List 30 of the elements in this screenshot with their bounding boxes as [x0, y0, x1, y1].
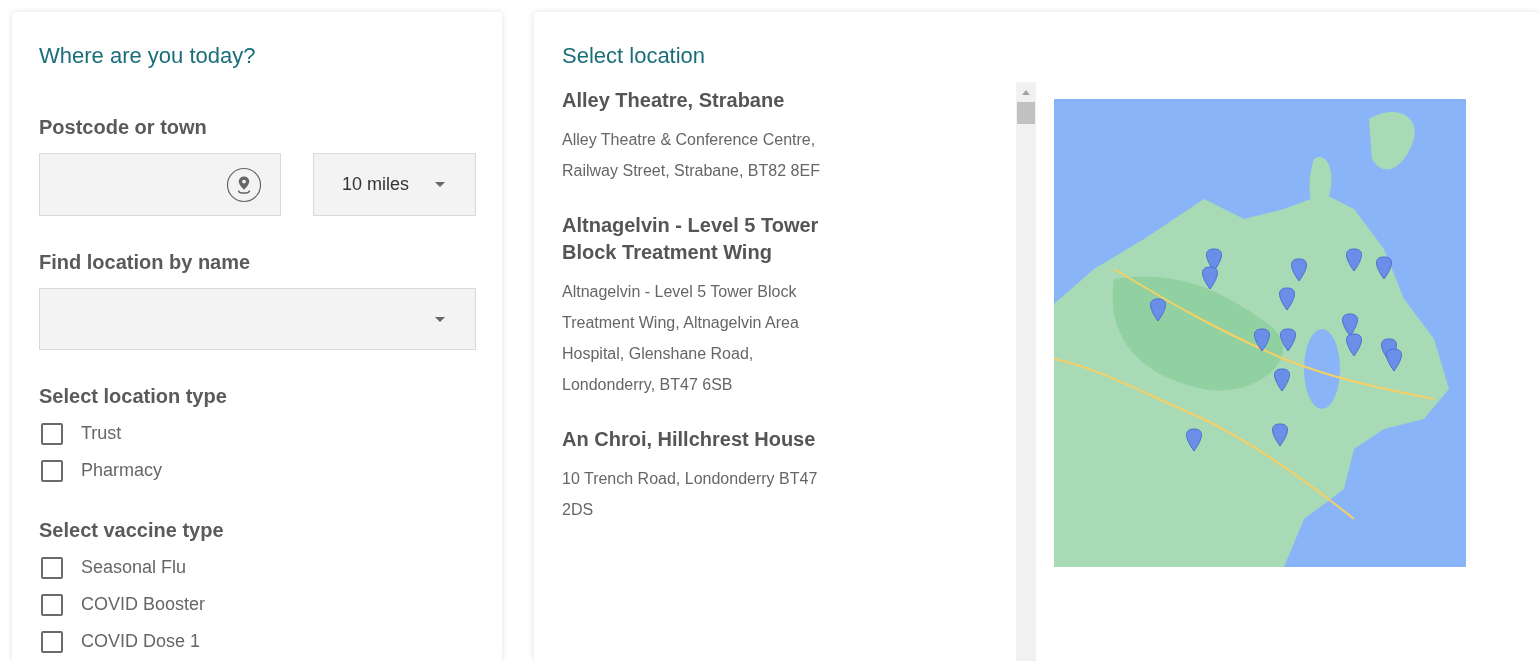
checkbox-label[interactable]: Seasonal Flu — [81, 557, 187, 578]
checkbox[interactable] — [41, 459, 63, 482]
field-label: Postcode or town — [39, 115, 208, 139]
checkbox[interactable] — [41, 422, 63, 445]
checkbox-label[interactable]: Pharmacy — [81, 460, 163, 481]
checkbox[interactable] — [41, 556, 63, 579]
location-address: Alley Theatre & Conference Centre, Railway Street, Strabane, BT82 8EF — [562, 130, 821, 181]
location-name[interactable]: Altnagelvin - Level 5 Tower Block Treatment Wing — [562, 212, 852, 266]
checkbox[interactable] — [41, 593, 63, 616]
section-label: Select vaccine type — [39, 518, 225, 542]
location-name[interactable]: Alley Theatre, Strabane — [562, 87, 852, 114]
scroll-up-icon — [1022, 90, 1030, 95]
panel-title: Where are you today? — [39, 43, 257, 69]
checkbox[interactable] — [41, 630, 63, 653]
location-address: Altnagelvin - Level 5 Tower Block Treatment Wing, Altnagelvin Area Hospital, Glenshane Road, Londonderry, BT47 6SB — [562, 282, 800, 395]
caret-icon — [435, 316, 445, 322]
field-label: Find location by name — [39, 250, 252, 274]
section-label: Select location type — [39, 384, 228, 408]
distance-dropdown[interactable]: 10 miles — [313, 153, 476, 216]
panel-title: Select location — [562, 43, 707, 69]
location-pin-icon[interactable] — [226, 166, 262, 203]
caret-icon — [435, 182, 445, 187]
postcode-field[interactable] — [39, 153, 281, 216]
location-address: 10 Trench Road, Londonderry BT47 2DS — [562, 469, 819, 520]
scrollbar-thumb[interactable] — [1017, 102, 1035, 124]
location-name[interactable]: An Chroi, Hillchrest House — [562, 426, 852, 453]
checkbox-label[interactable]: COVID Booster — [81, 594, 206, 615]
checkbox-label[interactable]: Trust — [81, 423, 122, 444]
checkbox-label[interactable]: COVID Dose 1 — [81, 631, 201, 652]
scrollbar[interactable] — [1016, 82, 1036, 661]
